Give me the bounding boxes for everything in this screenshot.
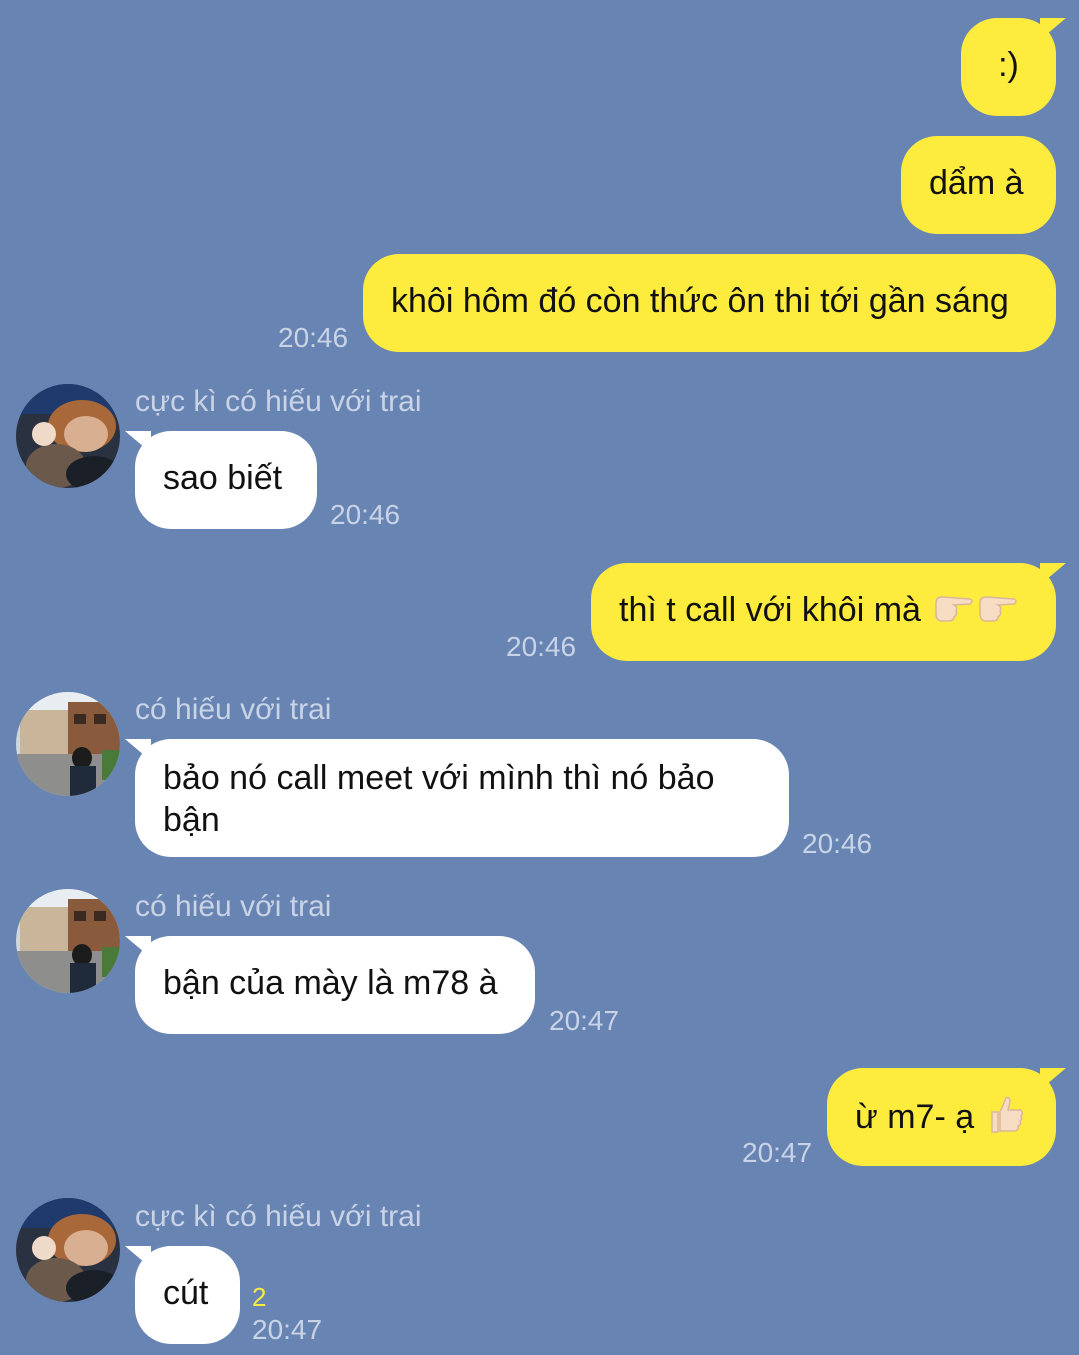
avatar[interactable] (16, 692, 120, 796)
message-text: ừ m7- ạ (855, 1097, 975, 1136)
sender-name: cực kì có hiếu với trai (135, 1200, 422, 1233)
pointing-right-icon (978, 591, 1018, 633)
message-text: dẩm à (929, 164, 1024, 202)
message-text: khôi hôm đó còn thức ôn thi tới gần sáng (391, 282, 1009, 320)
message-bubble-outgoing[interactable]: dẩm à (901, 136, 1056, 234)
message-text: :) (998, 46, 1019, 84)
message-text: thì t call với khôi mà (619, 591, 921, 629)
sender-name: có hiếu với trai (135, 693, 332, 726)
message-timestamp: 20:46 (506, 631, 577, 662)
avatar-photo-person-icon (16, 1198, 120, 1302)
message-text: bảo nó call meet với mình thì nó bảo bận (163, 759, 715, 839)
message-bubble-incoming[interactable]: sao biết (125, 431, 317, 529)
message-timestamp: 20:47 (252, 1314, 323, 1345)
message-timestamp: 20:46 (802, 828, 873, 859)
message-timestamp: 20:46 (278, 322, 349, 353)
message-timestamp: 20:46 (330, 499, 401, 530)
avatar[interactable] (16, 1198, 120, 1302)
avatar-photo-street-icon (16, 692, 120, 796)
message-bubble-outgoing[interactable]: :) (961, 18, 1066, 116)
avatar-photo-person-icon (16, 384, 120, 488)
thumbs-up-icon (988, 1094, 1024, 1144)
unread-count: 2 (252, 1282, 267, 1312)
pointing-right-icon (934, 591, 974, 633)
message-text: cút (163, 1274, 209, 1312)
sender-name: cực kì có hiếu với trai (135, 385, 422, 418)
message-bubble-outgoing[interactable]: khôi hôm đó còn thức ôn thi tới gần sáng (363, 254, 1056, 352)
message-text: sao biết (163, 459, 283, 497)
message-bubble-outgoing[interactable]: ừ m7- ạ (827, 1068, 1066, 1166)
message-bubble-incoming[interactable]: bảo nó call meet với mình thì nó bảo bận (125, 739, 789, 857)
sender-name: có hiếu với trai (135, 890, 332, 923)
message-bubble-incoming[interactable]: bận của mày là m78 à (125, 936, 535, 1034)
message-bubble-outgoing[interactable]: thì t call với khôi mà (591, 563, 1066, 661)
message-text: bận của mày là m78 à (163, 964, 498, 1002)
avatar[interactable] (16, 889, 120, 993)
avatar[interactable] (16, 384, 120, 488)
message-timestamp: 20:47 (742, 1137, 813, 1168)
message-timestamp: 20:47 (549, 1005, 620, 1036)
message-bubble-incoming[interactable]: cút (125, 1246, 240, 1344)
avatar-photo-street-icon (16, 889, 120, 993)
